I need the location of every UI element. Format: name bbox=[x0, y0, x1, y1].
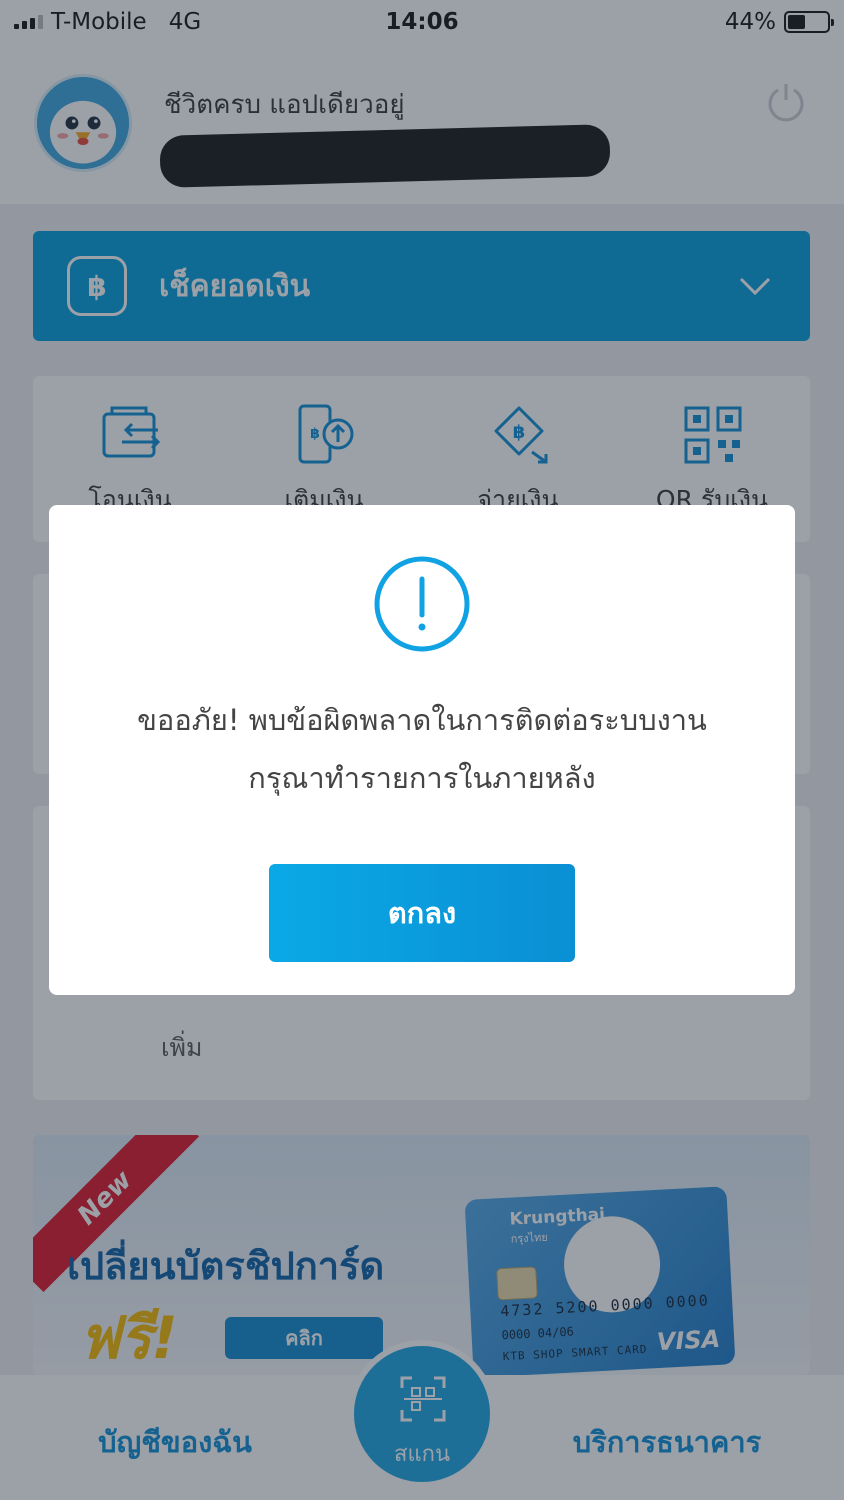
error-message: ขออภัย! พบข้อผิดพลาดในการติดต่อระบบงาน ก… bbox=[49, 691, 795, 807]
error-dialog: ขออภัย! พบข้อผิดพลาดในการติดต่อระบบงาน ก… bbox=[49, 505, 795, 995]
error-message-line2: กรุณาทำรายการในภายหลัง bbox=[248, 761, 596, 795]
error-message-line1: ขออภัย! พบข้อผิดพลาดในการติดต่อระบบงาน bbox=[137, 703, 707, 737]
exclamation-circle-icon bbox=[374, 556, 470, 652]
ok-button[interactable]: ตกลง bbox=[269, 864, 575, 962]
